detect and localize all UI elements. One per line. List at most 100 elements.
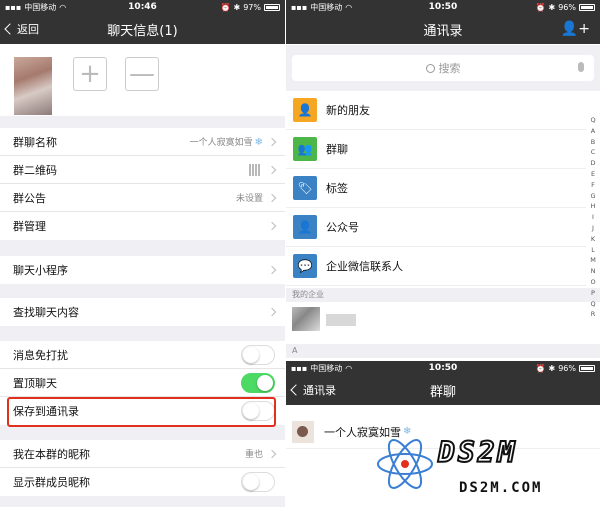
contact-enterprise[interactable]: 💬 企业微信联系人 xyxy=(286,247,586,286)
contact-tags[interactable]: 🏷 标签 xyxy=(286,169,586,208)
mini-program-row[interactable]: 聊天小程序 xyxy=(0,256,285,284)
show-nickname-toggle[interactable] xyxy=(241,472,275,492)
remove-member-button[interactable]: — xyxy=(125,57,159,91)
index-letter[interactable]: E xyxy=(591,169,595,180)
search-input[interactable]: 搜索 xyxy=(292,55,594,81)
page-title: 聊天信息(1) xyxy=(107,23,178,39)
nav-bar: 返回 聊天信息(1) xyxy=(0,14,285,44)
carrier-label: 中国移动 xyxy=(24,2,57,12)
index-letter[interactable]: Q xyxy=(590,299,595,310)
alarm-icon: ⏰ xyxy=(535,363,546,373)
add-friend-icon: 👤 xyxy=(293,98,317,122)
index-letter[interactable]: I xyxy=(592,212,594,223)
alarm-icon: ⏰ xyxy=(535,2,546,12)
index-letter[interactable]: F xyxy=(591,180,595,191)
index-letter[interactable]: A xyxy=(591,126,595,137)
row-label: 我在本群的昵称 xyxy=(13,447,90,461)
contact-official-accounts[interactable]: 👤 公众号 xyxy=(286,208,586,247)
row-label: 群二维码 xyxy=(13,163,57,177)
clock: 10:46 xyxy=(128,2,157,12)
watermark-domain: DS2M.COM xyxy=(459,480,543,496)
atom-logo-icon xyxy=(377,439,433,489)
index-letter[interactable]: R xyxy=(591,309,596,320)
group-chat-icon: 👥 xyxy=(293,137,317,161)
back-button[interactable]: 通讯录 xyxy=(290,375,336,405)
row-label: 查找聊天内容 xyxy=(13,306,79,319)
back-label: 返回 xyxy=(17,23,39,36)
contact-group-chats[interactable]: 👥 群聊 xyxy=(286,130,586,169)
pin-row: 置顶聊天 xyxy=(0,369,285,397)
member-avatar[interactable] xyxy=(14,57,52,115)
add-member-button[interactable]: + xyxy=(73,57,107,91)
status-bar: ▪▪▪ 中国移动 ◠ 10:50 ⏰ ✱ 96% xyxy=(286,0,600,14)
status-bar: ▪▪▪ 中国移动 ◠ 10:50 ⏰ ✱ 96% xyxy=(286,361,600,375)
contact-label: 群聊 xyxy=(326,143,348,156)
battery-percent: 96% xyxy=(558,363,576,373)
row-label: 群聊名称 xyxy=(13,135,57,149)
contact-label: 企业微信联系人 xyxy=(326,260,403,273)
back-button[interactable]: 返回 xyxy=(4,14,39,44)
index-letter[interactable]: O xyxy=(590,277,595,288)
index-letter[interactable]: N xyxy=(591,266,596,277)
settings-group-search: 查找聊天内容 xyxy=(0,298,285,326)
group-name-row[interactable]: 群聊名称 一个人寂寞如雪 ❄ xyxy=(0,128,285,156)
nav-bar: 通讯录 群聊 xyxy=(286,375,600,405)
notice-value: 未设置 xyxy=(235,194,263,204)
nav-bar: 通讯录 👤+ xyxy=(286,14,600,44)
index-letter[interactable]: G xyxy=(590,191,595,202)
my-nickname-row[interactable]: 我在本群的昵称 重也 xyxy=(0,440,285,468)
status-bar: ▪▪▪ 中国移动 ◠ 10:46 ⏰ ✱ 97% xyxy=(0,0,285,14)
battery-percent: 96% xyxy=(558,2,576,12)
settings-group-nickname: 我在本群的昵称 重也 显示群成员昵称 xyxy=(0,440,285,496)
group-manage-row[interactable]: 群管理 xyxy=(0,212,285,240)
index-letter[interactable]: H xyxy=(591,201,596,212)
row-label: 保存到通讯录 xyxy=(13,405,79,418)
pin-toggle[interactable] xyxy=(241,372,275,393)
index-letter[interactable]: B xyxy=(591,137,595,148)
save-contacts-row: 保存到通讯录 xyxy=(0,397,285,425)
enterprise-avatar[interactable] xyxy=(292,307,320,331)
contact-label: 公众号 xyxy=(326,221,359,234)
contact-label: 标签 xyxy=(326,182,348,195)
index-letter[interactable]: Q xyxy=(590,115,595,126)
chevron-right-icon xyxy=(267,193,277,202)
save-contacts-toggle[interactable] xyxy=(241,401,275,421)
group-notice-row[interactable]: 群公告 未设置 xyxy=(0,184,285,212)
battery-icon xyxy=(579,3,595,11)
settings-group-toggles: 消息免打扰 置顶聊天 保存到通讯录 xyxy=(0,341,285,425)
official-account-icon: 👤 xyxy=(293,215,317,239)
microphone-icon[interactable] xyxy=(578,62,584,72)
tag-icon: 🏷 xyxy=(293,176,317,200)
enterprise-name[interactable] xyxy=(326,314,356,326)
group-name-value: 一个人寂寞如雪 ❄ xyxy=(189,137,263,148)
settings-group-miniprogram: 聊天小程序 xyxy=(0,256,285,284)
alphabet-index[interactable]: QABCDEFGHIJKLMNOPQR xyxy=(588,115,598,320)
contacts-screen: ▪▪▪ 中国移动 ◠ 10:50 ⏰ ✱ 96% 通讯录 👤+ 搜索 👤 新的朋… xyxy=(286,0,600,360)
page-title: 群聊 xyxy=(429,384,456,400)
show-nickname-row: 显示群成员昵称 xyxy=(0,468,285,496)
wifi-icon: ◠ xyxy=(345,363,353,373)
index-letter[interactable]: P xyxy=(591,288,595,299)
chevron-left-icon xyxy=(290,384,302,396)
group-qrcode-row[interactable]: 群二维码 xyxy=(0,156,285,184)
index-letter[interactable]: D xyxy=(590,158,595,169)
index-letter[interactable]: C xyxy=(591,147,596,158)
section-header-a: A xyxy=(286,344,600,358)
minus-icon: — xyxy=(129,59,155,89)
search-chat-row[interactable]: 查找聊天内容 xyxy=(0,298,285,326)
wifi-icon: ◠ xyxy=(59,2,67,12)
row-label: 群管理 xyxy=(13,220,46,233)
index-letter[interactable]: J xyxy=(592,223,594,234)
chevron-left-icon xyxy=(4,23,16,35)
carrier-label: 中国移动 xyxy=(310,2,343,12)
chevron-right-icon xyxy=(267,265,277,275)
contact-new-friends[interactable]: 👤 新的朋友 xyxy=(286,91,586,130)
index-letter[interactable]: K xyxy=(591,234,595,245)
index-letter[interactable]: M xyxy=(590,255,596,266)
battery-icon xyxy=(579,364,595,372)
add-contact-icon[interactable]: 👤+ xyxy=(561,21,590,37)
mute-toggle[interactable] xyxy=(241,344,275,365)
battery-percent: 97% xyxy=(243,2,261,12)
bluetooth-icon: ✱ xyxy=(548,363,556,373)
index-letter[interactable]: L xyxy=(591,245,595,256)
